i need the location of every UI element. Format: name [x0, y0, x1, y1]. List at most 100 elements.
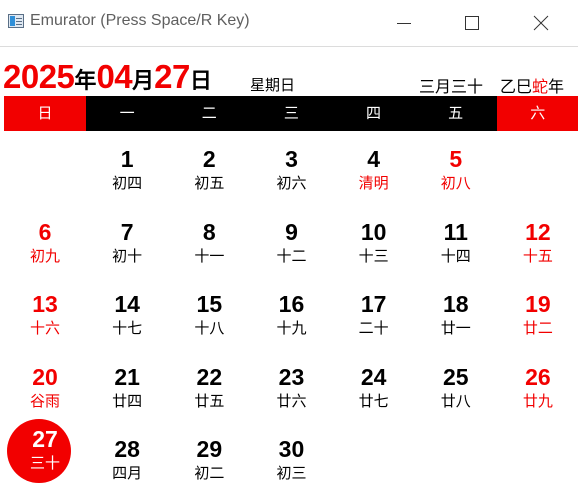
weekday-monday: 一 [86, 96, 169, 131]
weekday-sunday: 日 [4, 96, 87, 131]
weekday-bar: 日 一 二 三 四 五 六 [4, 96, 578, 131]
lunar-day: 初四 [112, 174, 143, 192]
day-cell[interactable]: 29 初二 [168, 421, 250, 493]
lunar-day: 廿九 [522, 391, 553, 410]
day-number: 21 [114, 363, 140, 390]
day-cell[interactable]: 23 廿六 [250, 349, 332, 421]
weekday-saturday: 六 [496, 96, 578, 131]
weekday-thursday: 四 [332, 96, 415, 131]
day-cell[interactable]: 18 廿一 [415, 276, 497, 348]
day-cell[interactable]: 14 十七 [86, 276, 168, 348]
weekday-label: 星期日 [250, 77, 296, 94]
day-number: 14 [114, 291, 140, 317]
day-cell[interactable]: 19 廿二 [497, 276, 578, 348]
minimize-button[interactable] [381, 0, 427, 46]
day-cell[interactable]: 25 廿八 [415, 349, 497, 421]
day-cell[interactable]: 9 十二 [250, 204, 332, 276]
day-number: 15 [196, 291, 223, 317]
day-cell[interactable]: 13 十六 [4, 276, 86, 348]
year-suffix: 年 [548, 79, 565, 96]
day-number: 2 [202, 146, 216, 172]
day-cell[interactable]: 8 十一 [168, 204, 250, 276]
day-cell[interactable]: 16 十九 [250, 276, 332, 348]
lunar-day: 十三 [358, 246, 389, 265]
maximize-icon [465, 16, 479, 30]
day-number: 29 [196, 436, 223, 462]
lunar-day: 四月 [112, 464, 143, 482]
day-cell[interactable]: 1 初四 [86, 131, 168, 203]
day-unit: 日 [189, 68, 212, 93]
day-cell[interactable]: 15 十八 [168, 276, 250, 348]
close-button[interactable] [518, 0, 564, 46]
day-number: 3 [285, 146, 298, 172]
lunar-day: 廿七 [358, 391, 389, 410]
day-number: 7 [120, 218, 134, 245]
lunar-day: 廿二 [522, 319, 553, 337]
day-number: 9 [285, 218, 298, 245]
day-number: 26 [525, 363, 551, 390]
day-number: 11 [443, 218, 468, 245]
lunar-day: 廿五 [194, 391, 225, 410]
day-number: 25 [442, 363, 469, 390]
day-number: 17 [360, 291, 387, 317]
day-number: 23 [278, 363, 305, 390]
day-cell[interactable]: 17 二十 [333, 276, 415, 348]
day-cell[interactable]: 7 初十 [86, 204, 168, 276]
lunar-day: 十五 [522, 246, 553, 265]
day-cell[interactable]: 11 十四 [415, 204, 497, 276]
lunar-day: 清明 [358, 174, 389, 192]
day-number: 12 [525, 218, 551, 245]
lunar-day: 十四 [440, 246, 471, 265]
day-cell[interactable]: 28 四月 [86, 421, 168, 493]
lunar-day: 初六 [276, 174, 307, 192]
day-cell[interactable]: 24 廿七 [333, 349, 415, 421]
day-cell-today[interactable]: 27 三十 [4, 419, 86, 493]
day-number: 8 [202, 218, 216, 245]
window-title: Emurator (Press Space/R Key) [30, 12, 250, 29]
weekday-wednesday: 三 [250, 96, 333, 131]
lunar-day: 廿八 [440, 391, 471, 410]
ganzhi: 乙巳 [500, 79, 533, 96]
lunar-day: 廿四 [112, 391, 143, 410]
day-cell[interactable]: 30 初三 [250, 421, 332, 493]
day-number: 22 [196, 363, 223, 390]
day-number: 10 [360, 218, 387, 245]
day-cell[interactable]: 3 初六 [250, 131, 332, 203]
day-number: 4 [367, 146, 380, 172]
lunar-day: 十八 [194, 319, 225, 337]
current-date: 2025年04月27日 [3, 58, 212, 96]
lunar-day: 初五 [194, 174, 225, 192]
day-cell[interactable]: 22 廿五 [168, 349, 250, 421]
lunar-day: 初二 [194, 464, 225, 482]
day-cell[interactable]: 2 初五 [168, 131, 250, 203]
lunar-day: 十九 [276, 319, 307, 337]
day-number: 27 [32, 426, 58, 452]
day-value: 27 [154, 58, 190, 95]
day-cell[interactable]: 20 谷雨 [4, 349, 86, 421]
month-value: 04 [96, 58, 133, 95]
day-cell[interactable]: 12 十五 [497, 204, 578, 276]
lunar-day: 谷雨 [30, 391, 61, 410]
lunar-day: 初九 [30, 246, 61, 265]
lunar-day: 初十 [112, 246, 143, 265]
day-number: 20 [32, 363, 58, 390]
day-cell[interactable]: 6 初九 [4, 204, 86, 276]
lunar-day: 十二 [276, 246, 307, 265]
title-bar[interactable]: Emurator (Press Space/R Key) [0, 0, 578, 47]
lunar-day: 廿六 [276, 391, 307, 410]
day-cell[interactable]: 21 廿四 [86, 349, 168, 421]
maximize-button[interactable] [449, 0, 495, 46]
day-number: 6 [38, 218, 52, 245]
day-cell[interactable]: 10 十三 [333, 204, 415, 276]
year-unit: 年 [74, 68, 97, 93]
day-number: 13 [32, 291, 58, 317]
ganzhi-year: 乙巳蛇年 [500, 73, 564, 97]
day-cell[interactable]: 5 初八 [415, 131, 497, 203]
day-cell[interactable]: 4 清明 [333, 131, 415, 203]
day-number: 1 [120, 146, 134, 172]
lunar-day: 二十 [358, 319, 389, 337]
app-icon [8, 14, 24, 28]
lunar-day: 三十 [30, 454, 61, 472]
weekday-friday: 五 [414, 96, 497, 131]
day-cell[interactable]: 26 廿九 [497, 349, 578, 421]
